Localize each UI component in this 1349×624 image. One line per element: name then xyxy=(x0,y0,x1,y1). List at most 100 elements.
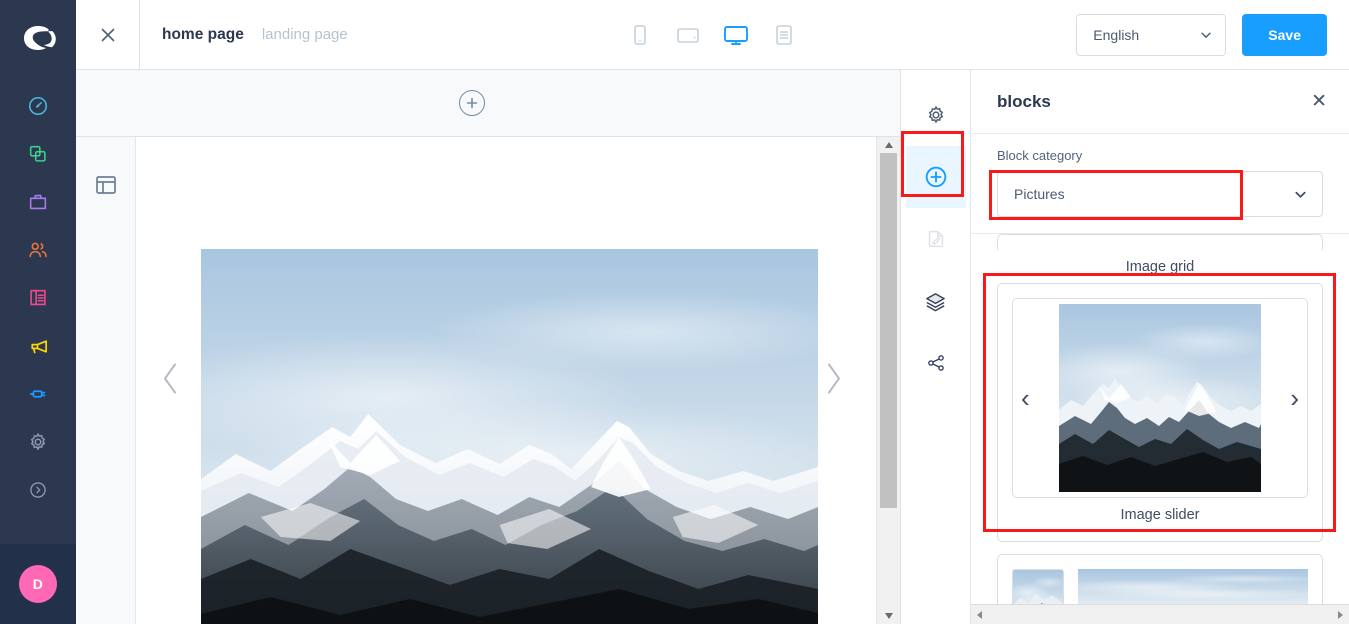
sidebar-item-marketing[interactable] xyxy=(0,322,76,370)
preview-prev-button[interactable]: ‹ xyxy=(1021,385,1030,411)
sidebar-item-catalogues[interactable] xyxy=(0,130,76,178)
hero-image xyxy=(201,249,818,624)
settings-gear-icon xyxy=(30,432,46,451)
canvas-block-gutter xyxy=(76,137,136,624)
canvas-slider-next-button[interactable] xyxy=(820,358,846,403)
share-icon xyxy=(927,355,944,371)
block-category-value: Pictures xyxy=(1014,186,1065,202)
canvas-area xyxy=(76,70,900,624)
mobile-icon xyxy=(634,24,646,45)
sidebar-item-content[interactable] xyxy=(0,274,76,322)
form-list-icon xyxy=(776,24,792,45)
breadcrumb: home page landing page xyxy=(140,0,348,69)
panel-close-button[interactable]: ✕ xyxy=(1311,92,1327,111)
content-icon xyxy=(30,289,46,306)
dashboard-icon xyxy=(28,96,48,116)
mobile-view-button[interactable] xyxy=(623,18,657,52)
user-avatar-area: D xyxy=(0,544,76,624)
close-editor-button[interactable] xyxy=(76,0,140,69)
canvas-image-slider xyxy=(136,137,876,624)
block-label-image-grid: Image grid xyxy=(1125,259,1195,275)
tab-add-block[interactable] xyxy=(905,146,966,208)
triangle-left-icon[interactable] xyxy=(975,610,985,620)
preview-image xyxy=(1059,304,1261,492)
toolbar-actions: English Save xyxy=(1076,0,1349,69)
block-card-image-slider[interactable]: ‹ › Image slider xyxy=(997,283,1323,542)
left-rail-icon-list xyxy=(0,82,76,514)
editor-body: blocks ✕ Block category Pictures Image g… xyxy=(76,70,1349,624)
chevron-left-icon xyxy=(164,363,176,393)
settings-gear-icon xyxy=(928,105,943,124)
scroll-down-button[interactable] xyxy=(877,608,900,624)
orders-icon xyxy=(29,194,47,210)
sidebar-item-extensions[interactable] xyxy=(0,370,76,418)
close-icon xyxy=(101,28,114,41)
block-card-partial[interactable] xyxy=(997,234,1323,250)
sidebar-item-customers[interactable] xyxy=(0,226,76,274)
tab-share[interactable] xyxy=(906,332,966,394)
shopware-logo[interactable] xyxy=(0,0,76,76)
panel-horizontal-scrollbar[interactable] xyxy=(971,604,1349,624)
block-category-label: Block category xyxy=(997,148,1083,163)
panel-tab-rail xyxy=(901,70,971,624)
triangle-up-icon xyxy=(884,142,893,148)
sidebar-item-orders[interactable] xyxy=(0,178,76,226)
avatar[interactable]: D xyxy=(19,565,57,603)
canvas-vertical-scrollbar[interactable] xyxy=(876,137,900,624)
layout-icon xyxy=(95,176,116,194)
page-builder-app: D home page landing page English Save bl… xyxy=(0,0,1349,624)
page-title: home page xyxy=(162,25,244,43)
add-block-icon xyxy=(925,166,946,188)
device-preview-switcher xyxy=(348,0,1077,69)
top-toolbar: home page landing page English Save xyxy=(76,0,1349,70)
panel-content: blocks ✕ Block category Pictures Image g… xyxy=(971,70,1349,624)
sidebar-item-dashboard[interactable] xyxy=(0,82,76,130)
chevron-right-icon xyxy=(828,363,840,393)
block-list[interactable]: Image grid ‹ › Image slider xyxy=(971,234,1349,624)
sidebar-item-collapse[interactable] xyxy=(0,466,76,514)
tab-layers[interactable] xyxy=(906,270,966,332)
chevron-down-icon xyxy=(1295,191,1306,198)
form-view-button[interactable] xyxy=(767,18,801,52)
page-subtitle: landing page xyxy=(261,26,348,43)
preview-next-button[interactable]: › xyxy=(1290,385,1299,411)
image-slider-preview: ‹ › xyxy=(1012,298,1308,498)
canvas-main xyxy=(76,137,900,624)
main-region: home page landing page English Save bloc… xyxy=(76,0,1349,624)
chevron-down-icon xyxy=(1201,32,1211,38)
canvas-add-section-strip xyxy=(76,70,900,137)
customers-icon xyxy=(29,242,47,258)
layout-block-button[interactable] xyxy=(94,173,118,624)
panel-header: blocks ✕ xyxy=(971,70,1349,134)
mountain-photo xyxy=(201,249,818,624)
sidebar-item-settings[interactable] xyxy=(0,418,76,466)
mountain-shapes xyxy=(1059,378,1261,492)
desktop-icon xyxy=(724,25,748,45)
triangle-right-icon[interactable] xyxy=(1335,610,1345,620)
catalogues-icon xyxy=(29,145,46,162)
edit-document-icon xyxy=(928,230,943,248)
canvas-slider-prev-button[interactable] xyxy=(158,358,184,403)
desktop-view-button[interactable] xyxy=(719,18,753,52)
scrollbar-thumb[interactable] xyxy=(880,153,897,508)
layers-icon xyxy=(926,292,945,311)
tab-settings[interactable] xyxy=(906,84,966,146)
save-button[interactable]: Save xyxy=(1242,13,1327,56)
language-select-value: English xyxy=(1093,26,1140,43)
marketing-icon xyxy=(30,339,47,353)
block-label-image-slider: Image slider xyxy=(1120,507,1200,523)
block-category-section: Block category Pictures xyxy=(971,134,1349,234)
scrollbar-track[interactable] xyxy=(877,153,900,608)
canvas-stage xyxy=(136,137,876,624)
tablet-view-button[interactable] xyxy=(671,18,705,52)
add-section-button[interactable] xyxy=(459,90,485,116)
triangle-down-icon xyxy=(884,613,893,619)
extensions-icon xyxy=(29,390,46,398)
blocks-panel: blocks ✕ Block category Pictures Image g… xyxy=(900,70,1349,624)
tablet-icon xyxy=(677,27,699,43)
language-select[interactable]: English xyxy=(1076,13,1227,56)
block-category-select[interactable]: Pictures xyxy=(997,171,1323,217)
scroll-up-button[interactable] xyxy=(877,137,900,153)
panel-title: blocks xyxy=(997,91,1051,111)
mountain-photo-thumb xyxy=(1059,304,1261,492)
